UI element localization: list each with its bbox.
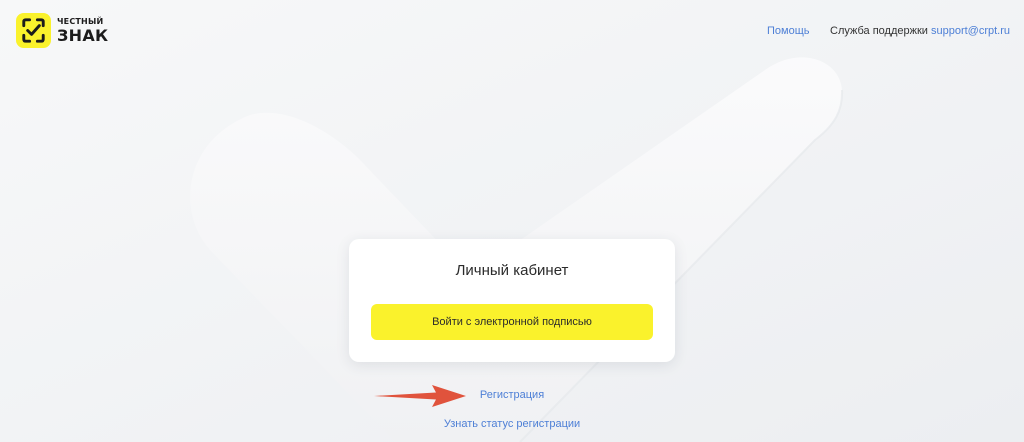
login-card: Личный кабинет Войти с электронной подпи… bbox=[349, 239, 675, 362]
support-label: Служба поддержки bbox=[830, 25, 928, 37]
logo[interactable]: ЧЕСТНЫЙ ЗНАК bbox=[16, 13, 108, 48]
check-shield-icon bbox=[16, 13, 51, 48]
logo-text: ЧЕСТНЫЙ ЗНАК bbox=[57, 16, 109, 45]
header: ЧЕСТНЫЙ ЗНАК Помощь Служба поддержки sup… bbox=[0, 0, 1024, 64]
registration-status-link[interactable]: Узнать статус регистрации bbox=[444, 418, 580, 430]
logo-line-1: ЧЕСТНЫЙ bbox=[57, 16, 104, 26]
help-link[interactable]: Помощь bbox=[767, 25, 810, 37]
registration-link-row: Регистрация bbox=[0, 389, 1024, 401]
card-title: Личный кабинет bbox=[455, 262, 569, 279]
support-email-link[interactable]: support@crpt.ru bbox=[931, 25, 1010, 37]
registration-link[interactable]: Регистрация bbox=[480, 389, 544, 401]
logo-line-2: ЗНАК bbox=[57, 25, 109, 45]
support-info: Служба поддержки support@crpt.ru bbox=[830, 25, 1010, 37]
registration-status-link-row: Узнать статус регистрации bbox=[0, 418, 1024, 430]
sign-in-with-signature-button[interactable]: Войти с электронной подписью bbox=[371, 304, 653, 340]
background-check-shape bbox=[0, 0, 1024, 442]
